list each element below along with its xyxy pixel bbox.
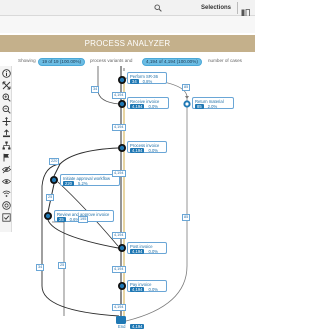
node-end-count-wrap: 4,194 — [130, 324, 148, 329]
node-pct: 0.8% — [142, 79, 153, 84]
flag-icon[interactable] — [1, 152, 11, 162]
summary-showing: Showing — [18, 58, 36, 63]
node-count: 34 — [130, 79, 139, 84]
summary-cases-text: number of cases — [208, 58, 242, 63]
checkbox-icon[interactable] — [1, 212, 11, 222]
node-count: 85 — [195, 104, 204, 109]
edge-label: 34 — [36, 264, 45, 271]
edge-label: 4,194 — [112, 170, 126, 177]
node-pct: 0.0% — [148, 287, 159, 292]
node-pct: 0.0% — [148, 148, 159, 153]
edge-label: 4,194 — [112, 92, 126, 99]
edge-label: 195 — [78, 216, 89, 223]
edge-label: 4,194 — [112, 124, 126, 131]
node-receive-invoice[interactable]: Receive invoice 4,194 0.0% — [127, 97, 169, 109]
zoom-out-icon[interactable] — [1, 104, 11, 114]
visibility-icon[interactable] — [1, 164, 11, 174]
node-pct: 0.0% — [148, 104, 159, 109]
edge-label: 34 — [91, 86, 100, 93]
node-process-invoice[interactable]: Process invoice 4,194 0.0% — [127, 141, 167, 153]
page-title: PROCESS ANALYZER — [84, 39, 171, 48]
node-count: 25 — [57, 217, 66, 222]
top-bar: Selections — [0, 0, 255, 17]
radar-icon[interactable] — [1, 200, 11, 210]
title-bar: PROCESS ANALYZER — [0, 35, 255, 52]
selections-tab[interactable]: Selections — [201, 4, 231, 12]
node-count: 4,194 — [130, 324, 145, 329]
node-return-material[interactable]: Return material 85 2.0% — [192, 97, 234, 109]
node-perform-sr36[interactable]: Perform SR-36 34 0.8% — [127, 72, 167, 84]
variants-pill: 19 of 19 (100.00%) — [38, 58, 86, 66]
cases-pill: 4,194 of 4,194 (100.00%) — [142, 58, 202, 66]
expand-icon[interactable] — [1, 80, 11, 90]
edge-label: 85 — [182, 214, 191, 221]
node-pct: 0.0% — [148, 249, 159, 254]
toolbar-spacer — [0, 16, 255, 33]
summary-line: Showing 19 of 19 (100.00%) process varia… — [0, 56, 255, 66]
node-count: 4,194 — [130, 287, 145, 292]
node-post-invoice[interactable]: Post invoice 4,194 0.0% — [127, 242, 167, 254]
node-count: 4,194 — [130, 104, 145, 109]
process-map[interactable]: Perform SR-36 34 0.8% Receive invoice 4,1… — [14, 66, 255, 332]
info-icon[interactable] — [1, 68, 11, 78]
zoom-in-icon[interactable] — [1, 92, 11, 102]
toolbar-divider — [237, 2, 238, 14]
pan-icon[interactable] — [1, 116, 11, 126]
node-pct: 5.2% — [78, 181, 88, 186]
left-toolbar — [0, 66, 12, 232]
edge-label: 25 — [46, 194, 55, 201]
tree-icon[interactable] — [1, 140, 11, 150]
node-pct: 2.0% — [207, 104, 218, 109]
node-count: 220 — [63, 181, 74, 186]
edge-label: 4,194 — [112, 304, 126, 311]
edge-label: 4,194 — [112, 232, 126, 239]
node-end[interactable]: End — [118, 324, 125, 329]
summary-variants-text: process variants and — [90, 58, 133, 63]
end-marker — [116, 316, 126, 324]
edge-label: 220 — [49, 158, 60, 165]
node-pay-invoice[interactable]: Pay invoice 4,194 0.0% — [127, 280, 167, 292]
search-icon[interactable] — [154, 4, 162, 12]
edge-label: 4,194 — [112, 266, 126, 273]
node-count: 4,194 — [130, 249, 145, 254]
wifi-icon[interactable] — [1, 188, 11, 198]
selections-tool-icon[interactable] — [241, 4, 250, 17]
node-count: 4,194 — [130, 148, 145, 153]
edge-label: 85 — [182, 84, 191, 91]
node-initiate-approval[interactable]: Initiate approval workflow 220 5.2% — [60, 174, 120, 186]
upload-icon[interactable] — [1, 128, 11, 138]
eye-slash-icon[interactable] — [1, 176, 11, 186]
node-end-label: End — [118, 324, 126, 329]
edge-label: 25 — [58, 262, 67, 269]
